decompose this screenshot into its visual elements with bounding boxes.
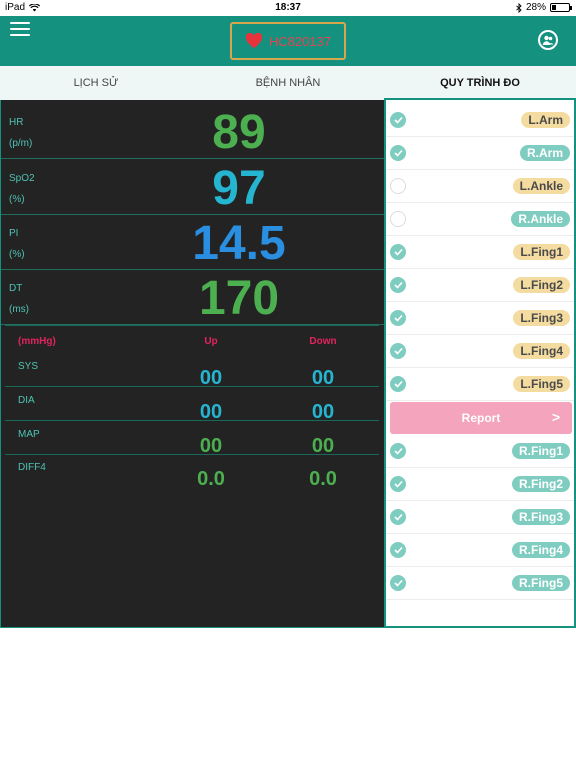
site-row-l-fing1[interactable]: L.Fing1 bbox=[386, 236, 574, 269]
metric-dt: DT (ms) 170 bbox=[1, 270, 385, 325]
site-row-l-fing4[interactable]: L.Fing4 bbox=[386, 335, 574, 368]
divider bbox=[5, 386, 379, 387]
metric-spo2: SpO2 (%) 97 bbox=[1, 160, 385, 215]
site-row-r-fing3[interactable]: R.Fing3 bbox=[386, 501, 574, 534]
site-row-l-ankle[interactable]: L.Ankle bbox=[386, 170, 574, 203]
site-label: L.Fing4 bbox=[513, 343, 570, 359]
checkmark-icon[interactable] bbox=[390, 145, 406, 161]
checkmark-icon[interactable] bbox=[390, 343, 406, 359]
device-id: HC820137 bbox=[268, 33, 332, 49]
bp-unit: (mmHg) bbox=[18, 336, 56, 347]
site-label: R.Arm bbox=[519, 145, 570, 161]
status-bar: iPad 18:37 28% bbox=[0, 0, 576, 16]
site-row-l-fing2[interactable]: L.Fing2 bbox=[386, 269, 574, 302]
site-label: R.Fing4 bbox=[512, 542, 570, 558]
site-label: R.Fing5 bbox=[512, 575, 570, 591]
site-row-r-fing1[interactable]: R.Fing1 bbox=[386, 435, 574, 468]
site-row-l-arm[interactable]: L.Arm bbox=[386, 104, 574, 137]
checkmark-icon[interactable] bbox=[390, 443, 406, 459]
checkmark-icon[interactable] bbox=[390, 244, 406, 260]
site-row-r-ankle[interactable]: R.Ankle bbox=[386, 203, 574, 236]
report-button[interactable]: Report > bbox=[390, 402, 572, 434]
site-row-r-fing4[interactable]: R.Fing4 bbox=[386, 534, 574, 567]
site-label: R.Fing3 bbox=[512, 509, 570, 525]
app-header: HC820137 bbox=[0, 16, 576, 66]
site-label: L.Fing2 bbox=[513, 277, 570, 293]
heart-icon bbox=[245, 33, 262, 49]
report-label: Report bbox=[461, 411, 501, 425]
bp-col-down: Down bbox=[309, 336, 337, 347]
battery-percent: 28% bbox=[525, 2, 546, 13]
tab-patient[interactable]: BỆNH NHÂN bbox=[192, 66, 384, 100]
device-connection-button[interactable]: HC820137 bbox=[230, 22, 346, 60]
unchecked-circle-icon[interactable] bbox=[390, 211, 406, 227]
battery-level bbox=[552, 5, 557, 10]
bp-down-value: 0.0 bbox=[309, 468, 337, 490]
checkmark-icon[interactable] bbox=[390, 376, 406, 392]
site-label: L.Fing5 bbox=[513, 376, 570, 392]
unchecked-circle-icon[interactable] bbox=[390, 178, 406, 194]
bluetooth-icon bbox=[516, 2, 522, 13]
site-label: R.Ankle bbox=[511, 211, 570, 227]
metric-pi: PI (%) 14.5 bbox=[1, 215, 385, 270]
bp-row-label: DIFF4 bbox=[18, 462, 46, 473]
bp-row-label: MAP bbox=[18, 429, 40, 440]
metric-hr: HR (p/m) 89 bbox=[1, 104, 385, 159]
divider bbox=[5, 420, 379, 421]
site-row-r-arm[interactable]: R.Arm bbox=[386, 137, 574, 170]
site-label: L.Ankle bbox=[512, 178, 570, 194]
checkmark-icon[interactable] bbox=[390, 277, 406, 293]
divider bbox=[5, 454, 379, 455]
tab-measurement-process[interactable]: QUY TRÌNH ĐO bbox=[384, 66, 576, 100]
site-label: R.Fing2 bbox=[512, 476, 570, 492]
checkmark-icon[interactable] bbox=[390, 542, 406, 558]
site-label: L.Fing1 bbox=[513, 244, 570, 260]
site-label: R.Fing1 bbox=[512, 443, 570, 459]
status-right: 28% bbox=[516, 2, 572, 13]
status-time: 18:37 bbox=[275, 2, 301, 13]
measurement-site-list: Report > L.Arm R.Arm L.Ankle R.Ankle L.Fing1… bbox=[384, 100, 576, 628]
checkmark-icon[interactable] bbox=[390, 575, 406, 591]
site-label: L.Arm bbox=[521, 112, 570, 128]
site-label: L.Fing3 bbox=[513, 310, 570, 326]
person-icon bbox=[542, 35, 554, 45]
bp-row-label: SYS bbox=[18, 361, 39, 372]
tab-bar: LỊCH SỬ BỆNH NHÂN QUY TRÌNH ĐO bbox=[0, 66, 576, 100]
site-row-l-fing3[interactable]: L.Fing3 bbox=[386, 302, 574, 335]
bp-row-diff4: DIFF4 0.0 0.0 bbox=[1, 459, 385, 493]
measurement-panel: HR (p/m) 89 SpO2 (%) 97 PI (%) 14.5 DT (ms) … bbox=[0, 100, 385, 628]
chevron-right-icon: > bbox=[551, 409, 560, 425]
site-row-r-fing2[interactable]: R.Fing2 bbox=[386, 468, 574, 501]
checkmark-icon[interactable] bbox=[390, 509, 406, 525]
bp-up-value: 0.0 bbox=[197, 468, 225, 490]
user-icon[interactable] bbox=[538, 30, 558, 50]
checkmark-icon[interactable] bbox=[390, 112, 406, 128]
divider bbox=[5, 325, 379, 326]
checkmark-icon[interactable] bbox=[390, 476, 406, 492]
site-row-l-fing5[interactable]: L.Fing5 bbox=[386, 368, 574, 401]
hamburger-menu-icon[interactable] bbox=[10, 22, 30, 36]
battery-icon bbox=[550, 3, 572, 12]
bp-row-label: DIA bbox=[18, 395, 35, 406]
checkmark-icon[interactable] bbox=[390, 310, 406, 326]
site-row-r-fing5[interactable]: R.Fing5 bbox=[386, 567, 574, 600]
bp-col-up: Up bbox=[204, 336, 218, 347]
tab-history[interactable]: LỊCH SỬ bbox=[0, 66, 192, 100]
app-root: iPad 18:37 28% HC820137 LỊCH SỬ BỆNH NHÂ… bbox=[0, 0, 576, 768]
